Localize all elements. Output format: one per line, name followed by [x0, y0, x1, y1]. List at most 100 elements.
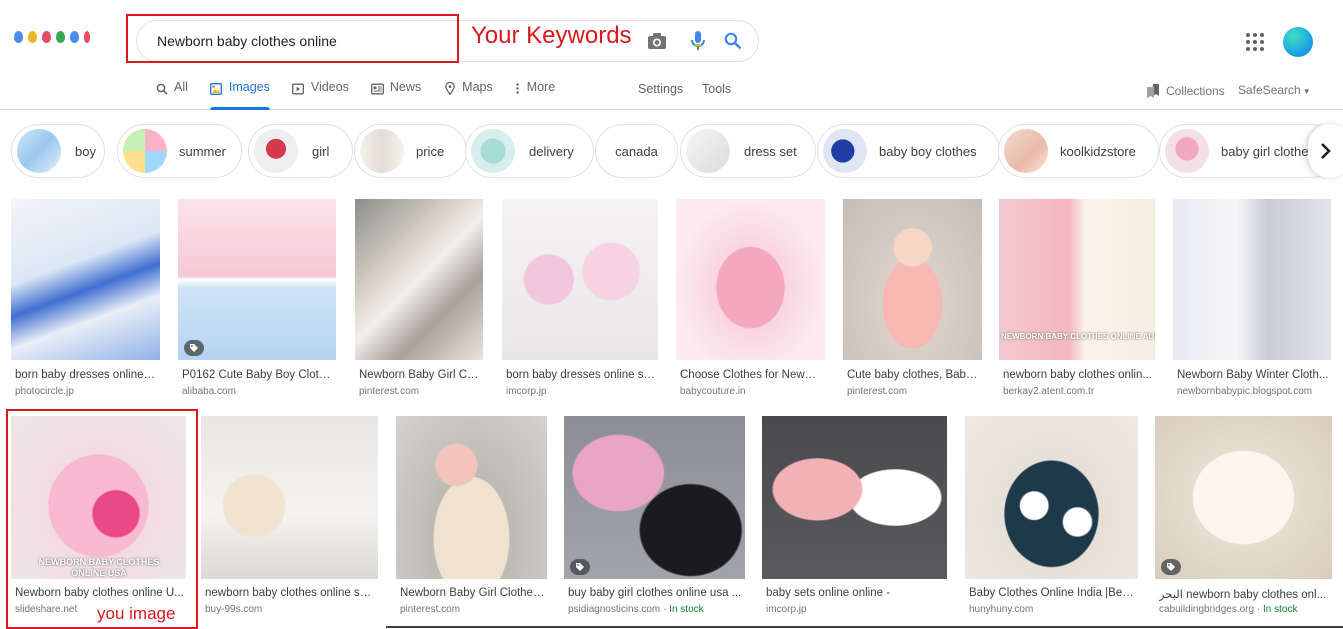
chip-koolkidzstore[interactable]: koolkidzstore	[998, 124, 1159, 178]
result-thumbnail	[564, 416, 745, 579]
result-thumbnail	[965, 416, 1138, 579]
avatar[interactable]	[1283, 27, 1313, 57]
result-title: newborn baby clothes onlin...	[1003, 369, 1152, 381]
tab-videos[interactable]: Videos	[292, 80, 349, 110]
settings-link[interactable]: Settings	[638, 82, 683, 96]
apps-grid-icon[interactable]	[1246, 33, 1264, 51]
search-icon	[155, 82, 168, 95]
chip-label: boy	[75, 143, 96, 159]
result-thumbnail	[396, 416, 547, 579]
chip-thumbnail	[471, 129, 515, 173]
tab-more[interactable]: More	[515, 80, 555, 110]
image-result[interactable]: baby sets online online - imcorp.jp	[762, 416, 948, 621]
news-icon	[370, 82, 384, 95]
result-site: cabuildingbridges.org · In stock	[1159, 604, 1298, 615]
tools-link[interactable]: Tools	[702, 82, 731, 96]
tab-all[interactable]: All	[155, 80, 188, 110]
tag-icon	[1161, 559, 1181, 575]
result-site: newbornbabypic.blogspot.com	[1177, 386, 1313, 397]
result-title: Choose Clothes for Newbo...	[680, 369, 822, 381]
image-result[interactable]: البحر newborn baby clothes onl... cabuil…	[1155, 416, 1333, 621]
chip-thumbnail	[1004, 129, 1048, 173]
chip-boy[interactable]: boy	[11, 124, 105, 178]
chip-girl[interactable]: girl	[248, 124, 353, 178]
image-result[interactable]: NEWBORN BABY CLOTHES ONLINE AUSTRALIA ne…	[999, 199, 1157, 404]
microphone-icon[interactable]	[687, 30, 709, 52]
chip-label: koolkidzstore	[1060, 143, 1136, 159]
image-result[interactable]: P0162 Cute Baby Boy Clothe... alibaba.co…	[178, 199, 338, 404]
result-title: البحر newborn baby clothes onl...	[1159, 589, 1327, 601]
chip-label: summer	[179, 143, 226, 159]
result-site: berkay2.atent.com.tr	[1003, 386, 1095, 397]
result-thumbnail	[762, 416, 947, 579]
search-tabs: All Images Videos News Maps More	[155, 80, 577, 110]
camera-icon[interactable]	[646, 30, 668, 52]
chip-canada[interactable]: canada	[595, 124, 678, 178]
image-result[interactable]: Newborn Baby Girl Coa... pinterest.com	[355, 199, 485, 404]
chip-thumbnail	[123, 129, 167, 173]
keywords-annotation: Your Keywords	[471, 22, 632, 49]
image-result[interactable]: Newborn Baby Winter Cloth... newbornbaby…	[1173, 199, 1333, 404]
chip-dress-set[interactable]: dress set	[680, 124, 816, 178]
result-thumbnail	[502, 199, 658, 360]
search-icon[interactable]	[722, 30, 744, 52]
caret-down-icon: ▼	[1302, 87, 1311, 96]
tab-label: Videos	[310, 80, 349, 94]
google-doodle-logo[interactable]	[14, 31, 90, 43]
result-title: baby sets online online -	[766, 587, 891, 599]
result-title: Cute baby clothes, Baby ...	[847, 369, 979, 381]
your-image-highlight-box	[6, 409, 198, 629]
chip-label: canada	[615, 143, 658, 159]
chip-thumbnail	[686, 129, 730, 173]
result-thumbnail	[201, 416, 378, 579]
chip-price[interactable]: price	[354, 124, 467, 178]
image-result[interactable]: born baby dresses online sh... imcorp.jp	[502, 199, 660, 404]
result-site: hunyhuny.com	[969, 604, 1034, 615]
header: Your Keywords All Images Videos News	[0, 0, 1343, 110]
video-icon	[292, 82, 305, 95]
image-caption: NEWBORN BABY CLOTHES ONLINE AUSTRALIA	[1001, 332, 1155, 341]
collections-label: Collections	[1166, 84, 1225, 98]
result-site: pinterest.com	[847, 386, 908, 397]
chip-baby-boy-clothes[interactable]: baby boy clothes	[817, 124, 1000, 178]
tab-news[interactable]: News	[370, 80, 422, 110]
result-title: Newborn Baby Girl Coa...	[359, 369, 481, 381]
result-thumbnail	[11, 199, 160, 360]
tab-maps[interactable]: Maps	[443, 80, 493, 110]
map-pin-icon	[443, 82, 456, 95]
image-result[interactable]: buy baby girl clothes online usa ... psi…	[564, 416, 746, 621]
bottom-divider	[386, 626, 1343, 628]
collections-button[interactable]: Collections	[1146, 83, 1225, 99]
tab-label: Maps	[462, 80, 493, 94]
result-thumbnail	[676, 199, 825, 360]
chip-label: price	[416, 143, 445, 159]
safesearch-dropdown[interactable]: SafeSearch ▼	[1238, 83, 1311, 97]
tab-images[interactable]: Images	[209, 80, 270, 110]
result-title: P0162 Cute Baby Boy Clothe...	[182, 369, 334, 381]
image-result[interactable]: Baby Clothes Online India |Best ... huny…	[965, 416, 1139, 621]
related-search-chips: boy summer girl price delivery canada dr…	[11, 124, 1343, 178]
chip-summer[interactable]: summer	[117, 124, 242, 178]
image-icon	[210, 82, 223, 95]
your-image-annotation: you image	[97, 604, 176, 623]
result-thumbnail	[355, 199, 483, 360]
tag-icon	[184, 340, 204, 356]
image-result[interactable]: born baby dresses online s... photocircl…	[11, 199, 161, 404]
chip-label: dress set	[744, 143, 797, 159]
result-thumbnail: NEWBORN BABY CLOTHES ONLINE AUSTRALIA	[999, 199, 1155, 360]
image-result[interactable]: Newborn Baby Girl Clothes... pinterest.c…	[396, 416, 548, 621]
more-vert-icon	[515, 82, 521, 95]
chip-label: baby girl clothes	[1221, 143, 1315, 159]
result-site: imcorp.jp	[766, 604, 807, 615]
bookmark-icon	[1147, 84, 1159, 98]
image-result[interactable]: Cute baby clothes, Baby ... pinterest.co…	[843, 199, 983, 404]
result-title: Newborn Baby Girl Clothes...	[400, 587, 546, 599]
image-result[interactable]: newborn baby clothes online sal... buy-9…	[201, 416, 379, 621]
tab-label: News	[389, 80, 422, 94]
chip-thumbnail	[254, 129, 298, 173]
chips-next-button[interactable]	[1308, 124, 1343, 178]
keywords-highlight-box	[126, 14, 459, 63]
image-result[interactable]: Choose Clothes for Newbo... babycouture.…	[676, 199, 826, 404]
chip-delivery[interactable]: delivery	[465, 124, 594, 178]
tab-label: More	[526, 80, 556, 94]
